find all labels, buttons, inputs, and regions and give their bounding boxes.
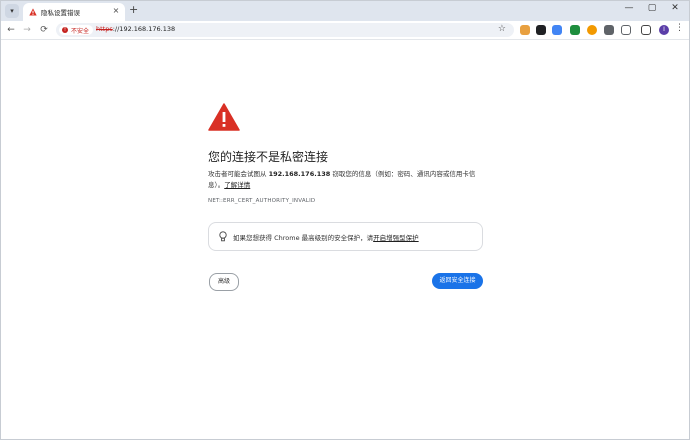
extension-2-icon[interactable] (536, 25, 546, 35)
minimize-button[interactable]: — (621, 3, 637, 13)
profile-avatar[interactable]: I (659, 25, 669, 35)
tab-title: 隐私设置错误 (41, 9, 80, 17)
tip-text-main: 如果您想获得 Chrome 最高级别的安全保护，请 (233, 234, 374, 242)
window-close-button[interactable]: ✕ (667, 3, 683, 13)
warning-favicon-icon (29, 8, 37, 16)
description-text-pre: 攻击者可能会试图从 (208, 170, 269, 178)
extension-5-icon[interactable] (587, 25, 597, 35)
extension-1-icon[interactable] (520, 25, 530, 35)
url-scheme: https (96, 25, 113, 33)
tab-close-icon[interactable]: × (111, 6, 121, 15)
address-bar[interactable]: ! 不安全 https://192.168.176.138 ☆ (56, 23, 514, 37)
maximize-button[interactable]: ▢ (644, 3, 660, 13)
back-button[interactable]: ← (5, 24, 17, 36)
forward-button[interactable]: → (21, 24, 33, 36)
url-host: ://192.168.176.138 (112, 25, 176, 33)
browser-window: ▾ 隐私设置错误 × + — ▢ ✕ ← → ⟳ ! 不安全 https://1… (0, 0, 690, 440)
description-host: 192.168.176.138 (268, 170, 331, 178)
not-secure-icon: ! (62, 27, 68, 33)
toolbar: ← → ⟳ ! 不安全 https://192.168.176.138 ☆ I … (1, 21, 689, 40)
url-text[interactable]: https://192.168.176.138 (96, 25, 175, 33)
error-code: NET::ERR_CERT_AUTHORITY_INVALID (208, 198, 316, 204)
tip-text: 如果您想获得 Chrome 最高级别的安全保护，请开启增强型保护 (233, 232, 419, 242)
enhanced-protection-tip: 如果您想获得 Chrome 最高级别的安全保护，请开启增强型保护 (208, 222, 483, 251)
new-tab-button[interactable]: + (129, 4, 138, 16)
reload-button[interactable]: ⟳ (38, 24, 50, 36)
lightbulb-icon (219, 231, 227, 242)
extensions-puzzle-icon[interactable] (621, 25, 631, 35)
sidepanel-icon[interactable] (641, 25, 651, 35)
learn-more-link[interactable]: 了解详情 (224, 181, 250, 189)
menu-icon[interactable]: ⋮ (675, 23, 684, 33)
translate-icon[interactable] (552, 25, 562, 35)
tab-strip: ▾ 隐私设置错误 × + — ▢ ✕ (1, 1, 689, 21)
page-title: 您的连接不是私密连接 (208, 150, 329, 164)
extension-6-icon[interactable] (604, 25, 614, 35)
tab-privacy-error[interactable]: 隐私设置错误 × (23, 3, 125, 21)
advanced-button[interactable]: 高级 (209, 273, 239, 291)
tab-search-icon[interactable]: ▾ (5, 4, 19, 18)
warning-description: 攻击者可能会试图从 192.168.176.138 窃取您的信息（例如：密码、通… (208, 169, 488, 191)
back-to-safety-button[interactable]: 返回安全连接 (432, 273, 483, 289)
enhanced-protection-link[interactable]: 开启增强型保护 (373, 234, 419, 242)
security-chip[interactable]: ! 不安全 (59, 25, 94, 35)
warning-triangle-icon (208, 103, 240, 131)
extension-4-icon[interactable] (570, 25, 580, 35)
security-chip-label: 不安全 (71, 27, 90, 35)
star-icon[interactable]: ☆ (498, 24, 506, 34)
